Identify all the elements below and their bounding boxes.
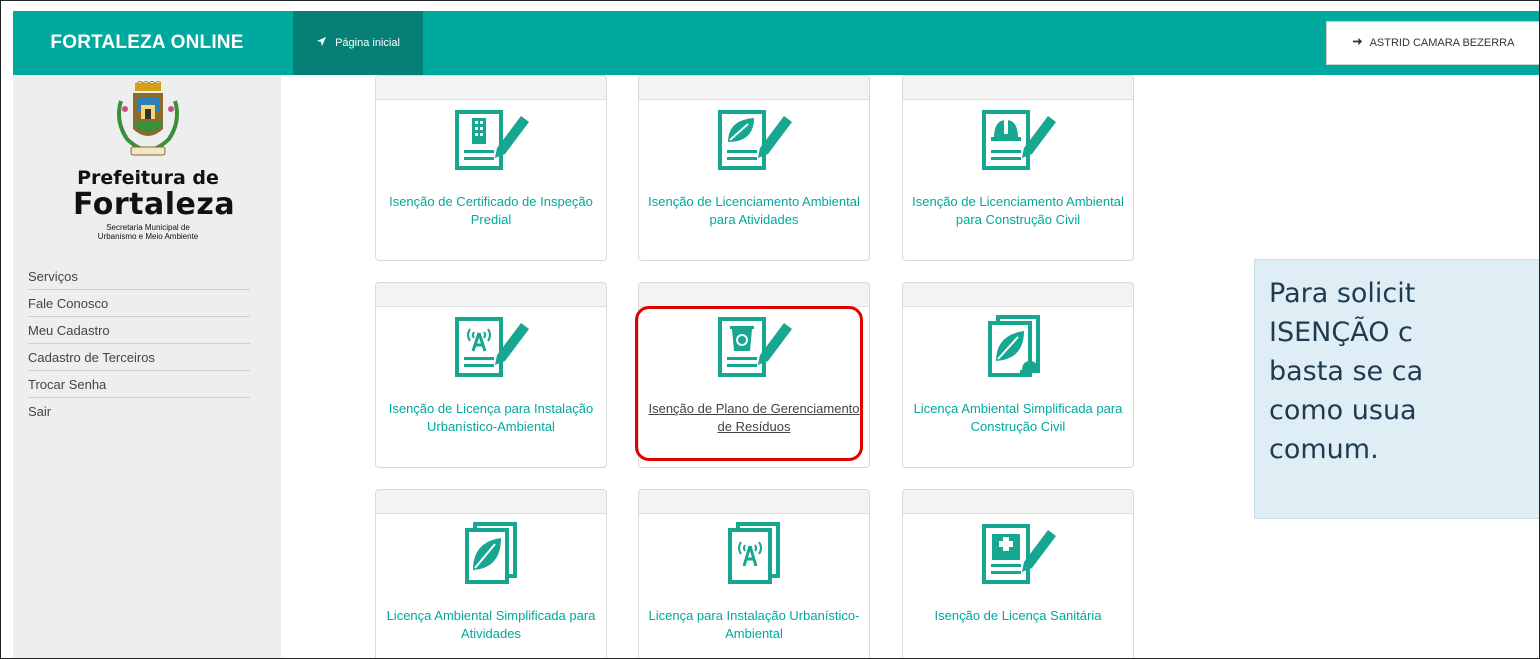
card-header bbox=[639, 490, 869, 514]
card-header bbox=[376, 490, 606, 514]
city-crest-icon bbox=[117, 81, 179, 156]
antenna-document-icon bbox=[639, 520, 869, 586]
logo-line-2: Fortaleza bbox=[73, 187, 236, 222]
callout-line-5: comum. bbox=[1269, 434, 1379, 465]
sidebar-item-servicos[interactable]: Serviços bbox=[28, 263, 250, 290]
card-label: Isenção de Licença para Instalação Urban… bbox=[388, 401, 594, 434]
hospital-document-icon bbox=[903, 520, 1133, 586]
sidebar-menu: Serviços Fale Conosco Meu Cadastro Cadas… bbox=[28, 263, 250, 424]
prefeitura-logo: Prefeitura de Fortaleza Secretaria Munic… bbox=[73, 81, 236, 241]
logo-subtitle-2: Urbanismo e Meio Ambiente bbox=[97, 232, 199, 241]
leaf-document-icon bbox=[376, 520, 606, 586]
card-label: Licença Ambiental Simplificada para Ativ… bbox=[386, 608, 596, 641]
service-card[interactable]: Licença para Instalação Urbanístico-Ambi… bbox=[638, 489, 870, 658]
service-card[interactable]: Isenção de Certificado de Inspeção Predi… bbox=[375, 75, 607, 261]
callout-line-4: como usua bbox=[1269, 395, 1417, 426]
callout-text: Para solicit ISENÇÃO c basta se ca como … bbox=[1269, 274, 1539, 469]
card-label: Isenção de Licenciamento Ambiental para … bbox=[912, 194, 1124, 227]
sidebar-item-sair[interactable]: Sair bbox=[28, 398, 250, 424]
brand-title[interactable]: FORTALEZA ONLINE bbox=[13, 11, 281, 75]
screen-frame: FORTALEZA ONLINE Página inicial ASTRID C… bbox=[0, 0, 1540, 659]
arrow-right-icon bbox=[1352, 36, 1363, 50]
sidebar-item-meu-cadastro[interactable]: Meu Cadastro bbox=[28, 317, 250, 344]
info-callout: Para solicit ISENÇÃO c basta se ca como … bbox=[1254, 259, 1539, 519]
logo-subtitle-1: Secretaria Municipal de bbox=[106, 223, 190, 232]
card-header bbox=[903, 490, 1133, 514]
user-name: ASTRID CAMARA BEZERRA bbox=[1369, 37, 1515, 49]
callout-line-2: ISENÇÃO c bbox=[1269, 317, 1413, 348]
antenna-document-icon bbox=[376, 313, 606, 379]
helmet-document-icon bbox=[903, 106, 1133, 172]
card-header bbox=[376, 283, 606, 307]
service-card[interactable]: Licença Ambiental Simplificada para Ativ… bbox=[375, 489, 607, 658]
callout-line-3: basta se ca bbox=[1269, 356, 1424, 387]
card-label: Licença Ambiental Simplificada para Cons… bbox=[913, 401, 1123, 434]
card-label: Licença para Instalação Urbanístico-Ambi… bbox=[648, 608, 860, 641]
card-header bbox=[903, 76, 1133, 100]
card-header bbox=[376, 76, 606, 100]
building-document-icon bbox=[376, 106, 606, 172]
user-logout-button[interactable]: ASTRID CAMARA BEZERRA bbox=[1326, 21, 1539, 65]
service-card[interactable]: Isenção de Licença Sanitária bbox=[902, 489, 1134, 658]
card-label: Isenção de Licença Sanitária bbox=[934, 608, 1102, 623]
service-card[interactable]: Isenção de Licença para Instalação Urban… bbox=[375, 282, 607, 468]
service-card[interactable]: Isenção de Licenciamento Ambiental para … bbox=[902, 75, 1134, 261]
location-arrow-icon bbox=[316, 36, 327, 50]
service-card[interactable]: Isenção de Licenciamento Ambiental para … bbox=[638, 75, 870, 261]
leaf-helmet-document-icon bbox=[903, 313, 1133, 379]
logo-line-1: Prefeitura de bbox=[77, 167, 219, 189]
card-header bbox=[639, 283, 869, 307]
sidebar-item-cadastro-terceiros[interactable]: Cadastro de Terceiros bbox=[28, 344, 250, 371]
card-header bbox=[639, 76, 869, 100]
leaf-document-icon bbox=[639, 106, 869, 172]
highlight-annotation bbox=[635, 306, 863, 461]
card-header bbox=[903, 283, 1133, 307]
tab-home[interactable]: Página inicial bbox=[293, 11, 423, 75]
callout-line-1: Para solicit bbox=[1269, 278, 1416, 309]
top-navbar: FORTALEZA ONLINE Página inicial ASTRID C… bbox=[13, 11, 1539, 75]
sidebar: Prefeitura de Fortaleza Secretaria Munic… bbox=[13, 75, 281, 658]
card-label: Isenção de Certificado de Inspeção Predi… bbox=[389, 194, 593, 227]
service-card[interactable]: Licença Ambiental Simplificada para Cons… bbox=[902, 282, 1134, 468]
logo-subtitle: Secretaria Municipal de Urbanismo e Meio… bbox=[73, 223, 223, 241]
sidebar-item-trocar-senha[interactable]: Trocar Senha bbox=[28, 371, 250, 398]
tab-home-label: Página inicial bbox=[335, 37, 400, 49]
card-label: Isenção de Licenciamento Ambiental para … bbox=[648, 194, 860, 227]
sidebar-item-fale-conosco[interactable]: Fale Conosco bbox=[28, 290, 250, 317]
